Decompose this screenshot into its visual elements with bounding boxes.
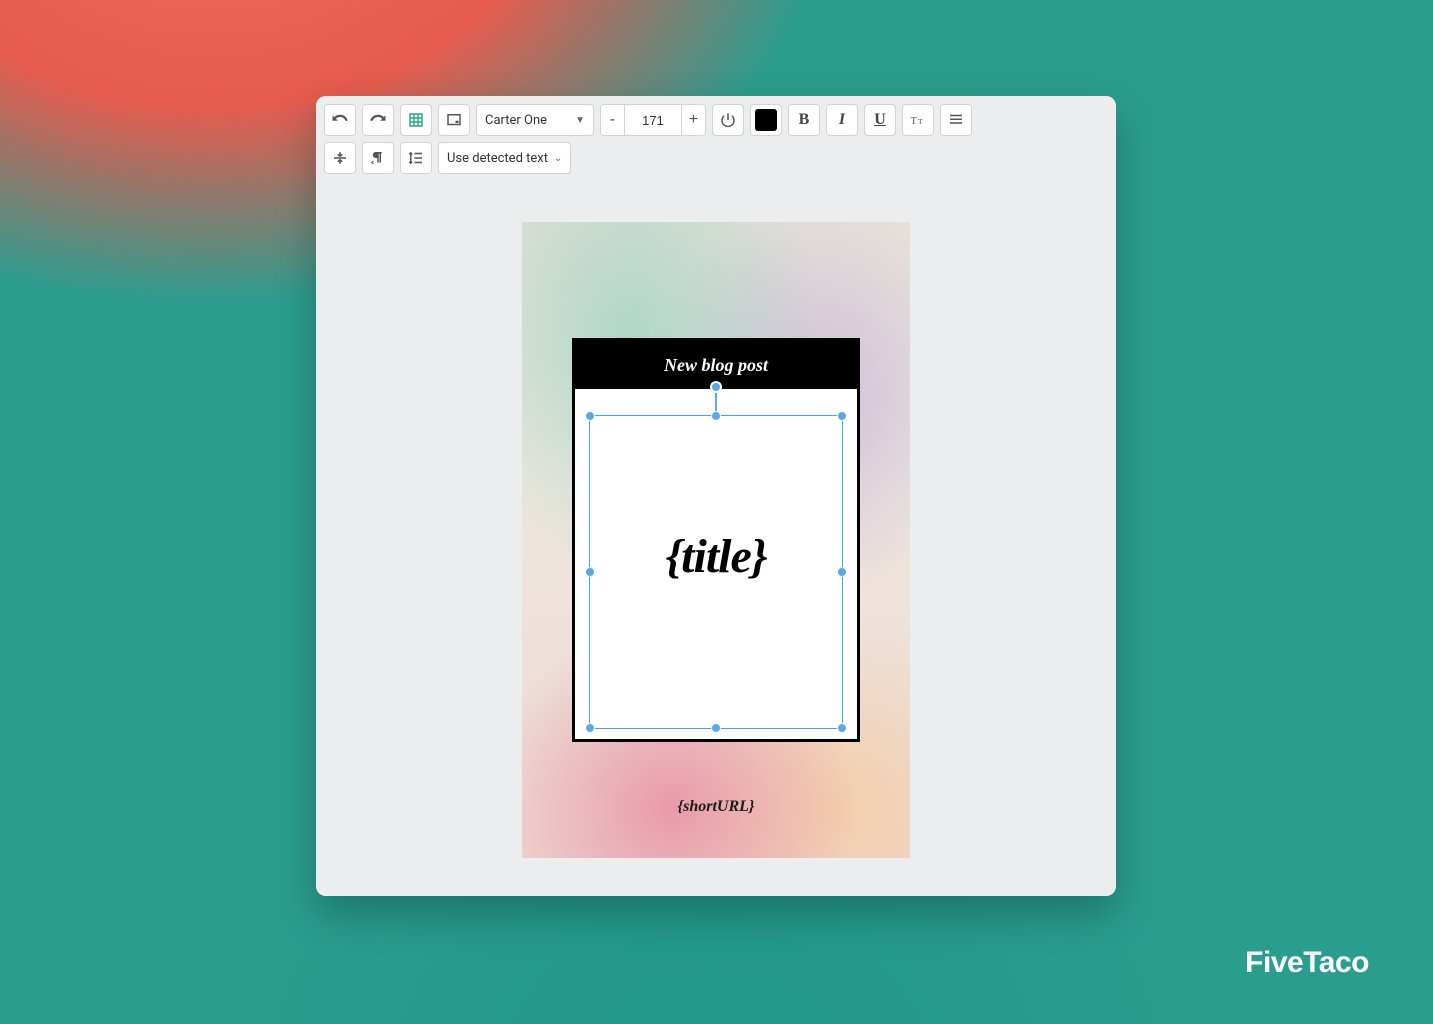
resize-handle-tl[interactable] [585, 411, 595, 421]
card-frame[interactable]: New blog post {title} [572, 338, 860, 742]
grid-icon [407, 111, 425, 129]
resize-handle-br[interactable] [837, 723, 847, 733]
text-color-swatch[interactable] [750, 104, 782, 136]
color-preview [755, 109, 777, 131]
undo-button[interactable] [324, 104, 356, 136]
power-icon [719, 111, 737, 129]
editor-window: Carter One ▼ - + B I U TT [316, 96, 1116, 896]
toolbar: Carter One ▼ - + B I U TT [316, 96, 1116, 182]
underline-button[interactable]: U [864, 104, 896, 136]
resize-handle-tr[interactable] [837, 411, 847, 421]
chevron-down-icon: ⌄ [554, 153, 562, 164]
text-case-button[interactable]: TT [902, 104, 934, 136]
crop-button[interactable] [438, 104, 470, 136]
font-size-stepper: - + [600, 104, 706, 136]
title-placeholder-text[interactable]: {title} [575, 529, 857, 584]
caret-down-icon: ▼ [575, 115, 585, 126]
align-button[interactable] [940, 104, 972, 136]
text-case-icon: TT [909, 111, 927, 129]
shorturl-placeholder-text[interactable]: {shortURL} [522, 798, 910, 816]
text-direction-button[interactable] [362, 142, 394, 174]
canvas-area[interactable]: New blog post {title} {shortURL} [316, 188, 1116, 896]
grid-button[interactable] [400, 104, 432, 136]
resize-handle-bm[interactable] [711, 723, 721, 733]
font-size-decrease[interactable]: - [601, 105, 625, 135]
font-size-increase[interactable]: + [681, 105, 705, 135]
resize-handle-bl[interactable] [585, 723, 595, 733]
svg-text:T: T [910, 116, 917, 127]
rotate-handle[interactable] [710, 381, 722, 393]
brand-watermark: FiveTaco [1245, 946, 1369, 980]
vertical-align-icon [331, 149, 349, 167]
font-family-select[interactable]: Carter One ▼ [476, 104, 594, 136]
svg-text:T: T [918, 117, 923, 126]
align-icon [947, 111, 965, 129]
toolbar-row-2: Use detected text ⌄ [324, 142, 1108, 174]
rotate-connector [715, 393, 717, 415]
pilcrow-icon [369, 149, 387, 167]
font-name-label: Carter One [485, 113, 547, 128]
design-canvas[interactable]: New blog post {title} {shortURL} [522, 222, 910, 858]
redo-icon [369, 111, 387, 129]
redo-button[interactable] [362, 104, 394, 136]
detected-text-label: Use detected text [447, 151, 548, 166]
italic-button[interactable]: I [826, 104, 858, 136]
bold-button[interactable]: B [788, 104, 820, 136]
detected-text-select[interactable]: Use detected text ⌄ [438, 142, 571, 174]
vertical-align-button[interactable] [324, 142, 356, 174]
crop-icon [445, 111, 463, 129]
power-button[interactable] [712, 104, 744, 136]
line-spacing-icon [407, 149, 425, 167]
card-header-text: New blog post [664, 355, 768, 376]
undo-icon [331, 111, 349, 129]
line-spacing-button[interactable] [400, 142, 432, 174]
font-size-input[interactable] [625, 105, 681, 135]
